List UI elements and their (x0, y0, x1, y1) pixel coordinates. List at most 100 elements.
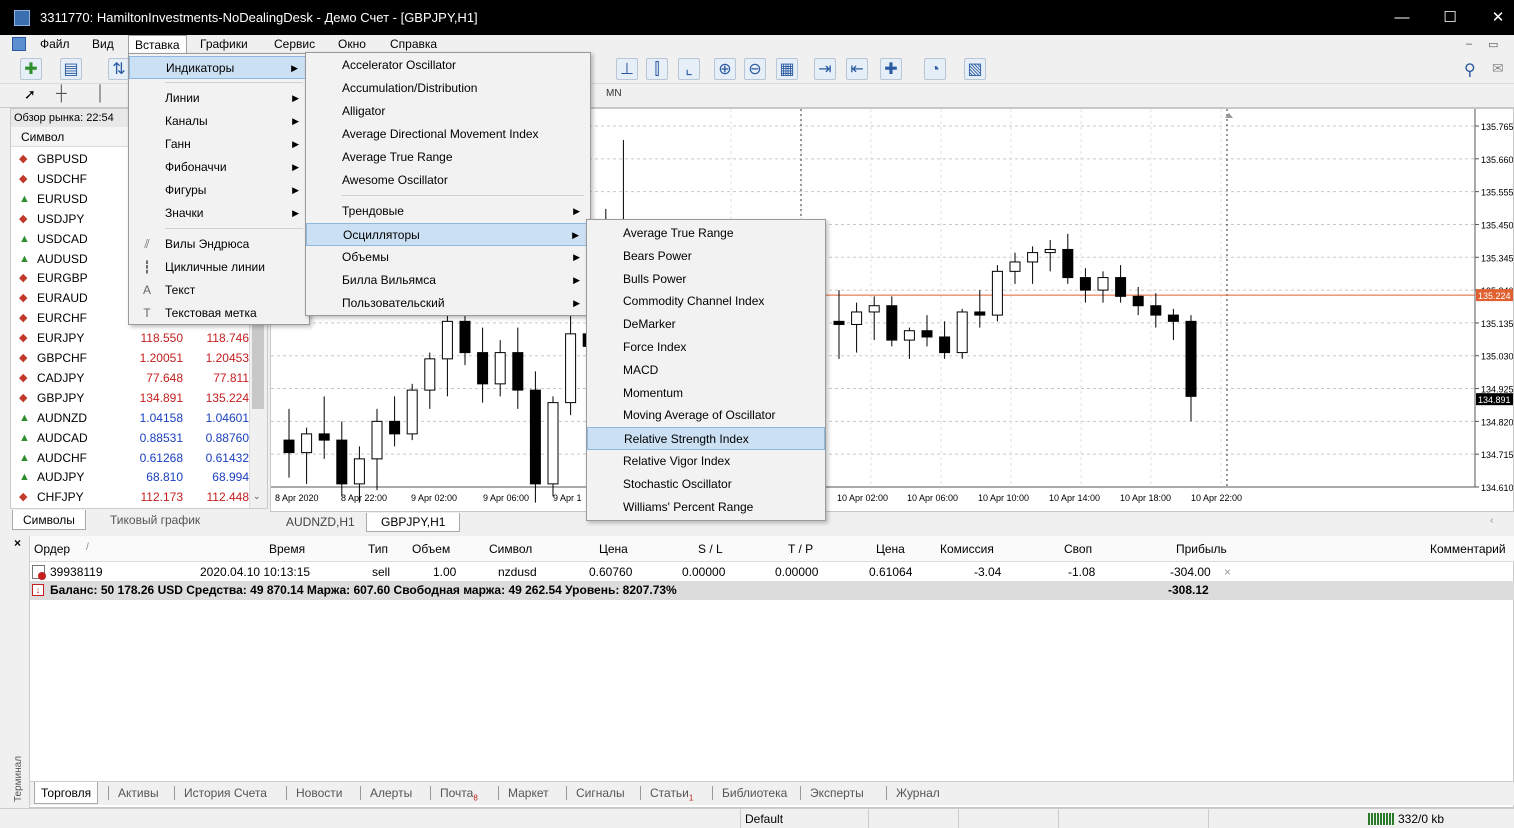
indicators-list-icon[interactable]: ✚ (880, 58, 902, 80)
profiles-icon[interactable]: ▤ (60, 58, 82, 80)
menu-item-adx[interactable]: Average Directional Movement Index (306, 123, 590, 146)
menu-item-osc-williams-percent-range[interactable]: Williams' Percent Range (587, 496, 825, 519)
terminal-tab[interactable]: Журнал (890, 782, 946, 804)
menu-item-osc-momentum[interactable]: Momentum (587, 382, 825, 405)
list-item[interactable]: ◆ GBPJPY 134.891 135.224 (11, 388, 259, 408)
menu-insert[interactable]: Вставка (128, 35, 187, 54)
periods-icon[interactable]: ◔ (924, 58, 946, 80)
col-type[interactable]: Тип (368, 536, 388, 562)
col-commission[interactable]: Комиссия (940, 536, 994, 562)
mdi-restore-icon[interactable]: ▭ (1488, 38, 1498, 51)
menu-item-osc-bulls-power[interactable]: Bulls Power (587, 268, 825, 291)
tab-tick-chart[interactable]: Тиковый график (100, 510, 210, 530)
menu-item-osc-relative-vigor-index[interactable]: Relative Vigor Index (587, 450, 825, 473)
menu-item-cycle-lines[interactable]: ┇ Цикличные линии (129, 256, 309, 279)
col-volume[interactable]: Объем (412, 536, 450, 562)
scroll-down-icon[interactable]: ⌄ (253, 491, 261, 502)
list-item[interactable]: ◆ CADJPY 77.648 77.811 (11, 368, 259, 388)
list-item[interactable]: ▲ AUDNZD 1.04158 1.04601 (11, 408, 259, 428)
mdi-minimize-icon[interactable]: – (1466, 38, 1472, 50)
menu-item-arrows[interactable]: Значки ▶ (129, 202, 309, 225)
menu-item-awesome[interactable]: Awesome Oscillator (306, 169, 590, 192)
search-icon[interactable]: ⚲ (1464, 60, 1476, 80)
chart-shift-icon[interactable]: ⇥ (814, 58, 836, 80)
order-tp[interactable]: 0.00000 (775, 562, 818, 582)
line-chart-icon[interactable]: ⌞ (678, 58, 700, 80)
terminal-tab[interactable]: Сигналы (570, 782, 631, 804)
col-sl[interactable]: S / L (698, 536, 723, 562)
scroll-left-icon[interactable]: ‹ (1490, 515, 1493, 526)
candlestick-icon[interactable]: ⫿ (646, 58, 668, 80)
menu-item-fibonacci[interactable]: Фибоначчи ▶ (129, 156, 309, 179)
menu-item-atr[interactable]: Average True Range (306, 146, 590, 169)
timeframe-mn-button[interactable]: MN (606, 88, 622, 99)
new-chart-icon[interactable]: ✚ (20, 58, 42, 80)
vertical-line-icon[interactable]: │ (96, 85, 105, 102)
menu-item-volumes[interactable]: Объемы ▶ (306, 246, 590, 269)
terminal-tab[interactable]: Библиотека (716, 782, 793, 804)
menu-item-osc-force-index[interactable]: Force Index (587, 336, 825, 359)
terminal-tab[interactable]: Активы (112, 782, 165, 804)
maximize-button[interactable]: ☐ (1430, 6, 1470, 30)
col-price-open[interactable]: Цена (599, 536, 628, 562)
menu-item-osc-macd[interactable]: MACD (587, 359, 825, 382)
close-order-icon[interactable]: × (1224, 562, 1231, 582)
shift-marker-icon[interactable] (1225, 113, 1233, 118)
chart-tab-audnzd[interactable]: AUDNZD,H1 (272, 513, 369, 532)
list-item[interactable]: ◆ CHFJPY 112.173 112.448 (11, 487, 259, 507)
col-comment[interactable]: Комментарий (1430, 536, 1506, 562)
menu-item-lines[interactable]: Линии ▶ (129, 87, 309, 110)
menu-item-osc-stochastic-oscillator[interactable]: Stochastic Oscillator (587, 473, 825, 496)
list-item[interactable]: ▲ AUDCAD 0.88531 0.88760 (11, 428, 259, 448)
chart-tab-gbpjpy[interactable]: GBPJPY,H1 (366, 513, 461, 532)
zoom-out-icon[interactable]: ⊖ (744, 58, 766, 80)
autoscroll-icon[interactable]: ⇤ (846, 58, 868, 80)
menu-view[interactable]: Вид (86, 35, 120, 54)
tile-windows-icon[interactable]: ▦ (776, 58, 798, 80)
menu-item-oscillators[interactable]: Осцилляторы ▶ (306, 223, 590, 246)
col-tp[interactable]: T / P (788, 536, 813, 562)
menu-item-channels[interactable]: Каналы ▶ (129, 110, 309, 133)
terminal-tab[interactable]: Почта8 (434, 782, 484, 804)
templates-icon[interactable]: ▧ (964, 58, 986, 80)
app-menu-icon[interactable] (12, 37, 26, 51)
terminal-tab[interactable]: Торговля (34, 782, 99, 804)
menu-item-osc-demarker[interactable]: DeMarker (587, 313, 825, 336)
menu-item-trend[interactable]: Трендовые ▶ (306, 200, 590, 223)
bar-chart-icon[interactable]: ⊥ (616, 58, 638, 80)
menu-item-alligator[interactable]: Alligator (306, 100, 590, 123)
col-time[interactable]: Время (269, 536, 305, 562)
menu-item-gann[interactable]: Ганн ▶ (129, 133, 309, 156)
order-sl[interactable]: 0.00000 (682, 562, 725, 582)
table-row[interactable]: 39938119 2020.04.10 10:13:15 sell 1.00 n… (30, 562, 1514, 582)
market-watch-icon[interactable]: ⇅ (108, 58, 130, 80)
menu-item-osc-bears-power[interactable]: Bears Power (587, 245, 825, 268)
menu-item-osc-relative-strength-index[interactable]: Relative Strength Index (587, 427, 825, 451)
chat-icon[interactable]: ✉ (1492, 60, 1504, 77)
list-item[interactable]: ◆ GBPCHF 1.20051 1.20453 (11, 348, 259, 368)
list-item[interactable]: ▲ AUDCHF 0.61268 0.61432 (11, 448, 259, 468)
list-item[interactable]: ▲ AUDJPY 68.810 68.994 (11, 467, 259, 487)
menu-charts[interactable]: Графики (194, 35, 254, 54)
menu-item-accelerator[interactable]: Accelerator Oscillator (306, 54, 590, 77)
terminal-tab[interactable]: Новости (290, 782, 348, 804)
menu-file[interactable]: Файл (34, 35, 76, 54)
menu-item-text-label[interactable]: T Текстовая метка (129, 302, 309, 325)
zoom-in-icon[interactable]: ⊕ (714, 58, 736, 80)
close-terminal-icon[interactable]: × (14, 536, 21, 550)
menu-item-osc-average-true-range[interactable]: Average True Range (587, 222, 825, 245)
menu-item-custom[interactable]: Пользовательский ▶ (306, 292, 590, 315)
menu-item-indicators[interactable]: Индикаторы ▶ (129, 56, 309, 79)
terminal-tab[interactable]: Статьи1 (644, 782, 699, 804)
close-button[interactable]: ✕ (1478, 6, 1514, 30)
menu-item-osc-commodity-channel-index[interactable]: Commodity Channel Index (587, 290, 825, 313)
menu-item-osc-moving-average-of-oscillator[interactable]: Moving Average of Oscillator (587, 404, 825, 427)
menu-item-bill-williams[interactable]: Билла Вильямса ▶ (306, 269, 590, 292)
menu-item-andrews-pitchfork[interactable]: ⫽ Вилы Эндрюса (129, 233, 309, 256)
col-price-current[interactable]: Цена (876, 536, 905, 562)
menu-item-text[interactable]: A Текст (129, 279, 309, 302)
list-item[interactable]: ◆ EURJPY 118.550 118.746 (11, 328, 259, 348)
menu-item-shapes[interactable]: Фигуры ▶ (129, 179, 309, 202)
terminal-tab[interactable]: История Счета (178, 782, 273, 804)
minimize-button[interactable]: — (1382, 6, 1422, 30)
